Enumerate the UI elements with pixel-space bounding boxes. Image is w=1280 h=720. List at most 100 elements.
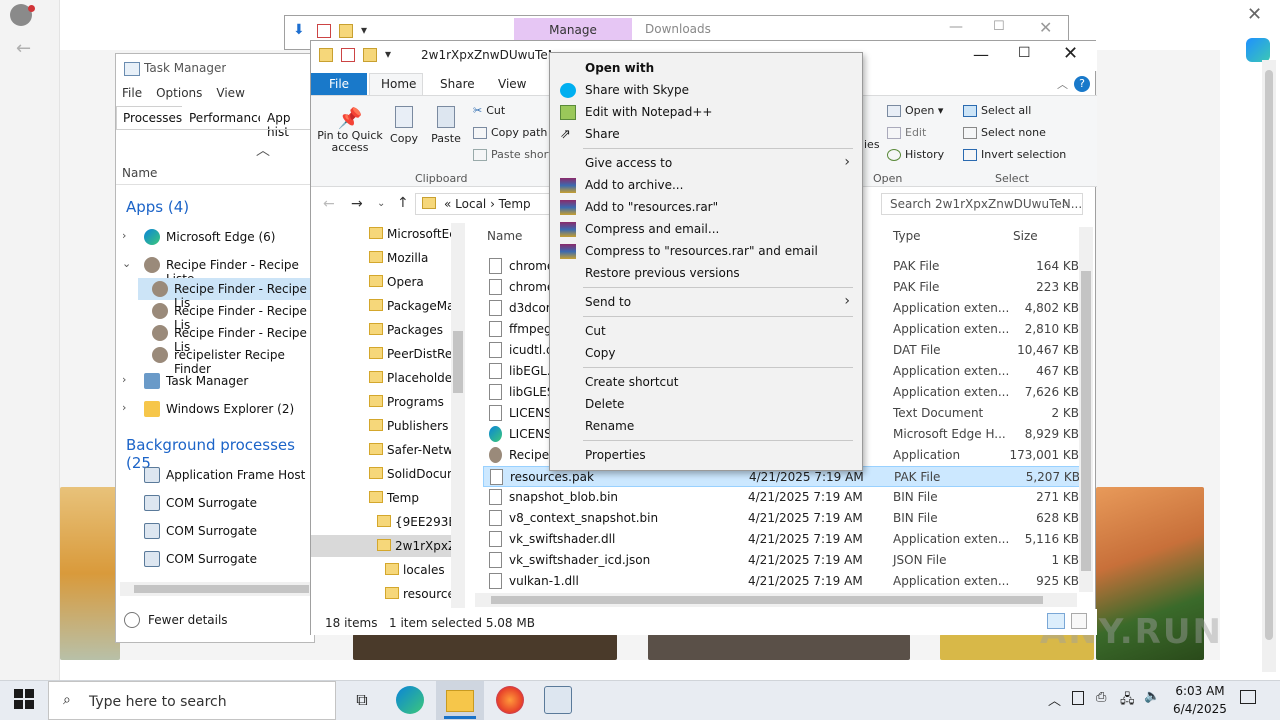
open-button[interactable]: Open ▾	[887, 104, 943, 117]
file-list-scrollbar-thumb[interactable]	[1081, 271, 1091, 571]
address-path[interactable]: « Local › Temp	[444, 197, 531, 211]
show-hidden-icons-chevron-icon[interactable]: ︿	[1048, 690, 1061, 709]
nav-pane-scrollbar[interactable]	[451, 223, 465, 608]
dropdown-icon[interactable]: ▾	[361, 23, 367, 37]
start-windows-icon[interactable]	[14, 689, 34, 709]
details-view-icon[interactable]	[1047, 613, 1065, 629]
column-size[interactable]: Size	[1013, 229, 1038, 243]
horizontal-scrollbar-thumb[interactable]	[134, 585, 309, 593]
invert-selection-button[interactable]: Invert selection	[963, 148, 1066, 161]
menu-item-compress-email[interactable]: Compress and email...	[552, 218, 860, 240]
pin-quick-access-button[interactable]: 📌 Pin to Quick access	[317, 106, 383, 154]
menu-item-delete[interactable]: Delete	[552, 393, 860, 415]
tab-share[interactable]: Share	[440, 77, 475, 91]
ribbon-collapse-icon[interactable]: ︿	[1057, 76, 1068, 92]
paste-button[interactable]: Paste	[429, 106, 463, 145]
dropdown-icon[interactable]: ▾	[385, 47, 391, 61]
taskbar-search-placeholder[interactable]: Type here to search	[89, 694, 227, 710]
back-arrow-icon[interactable]: ←	[16, 38, 31, 59]
menu-item-share-with-skype[interactable]: Share with Skype	[552, 79, 860, 101]
properties-icon[interactable]	[317, 23, 331, 38]
file-row[interactable]: vk_swiftshader.dll 4/21/2025 7:19 AM Appli…	[483, 529, 1081, 550]
close-icon[interactable]: ✕	[1247, 4, 1262, 25]
cut-button[interactable]: ✂ Cut	[473, 104, 505, 117]
back-arrow-icon[interactable]: ←	[323, 196, 335, 212]
menu-item-give-access[interactable]: Give access to ›	[552, 152, 860, 174]
menu-item-share[interactable]: ⇗ Share	[552, 123, 860, 145]
menu-item-send-to[interactable]: Send to ›	[552, 291, 860, 313]
file-row[interactable]: vulkan-1.dll 4/21/2025 7:19 AM Application…	[483, 571, 1081, 592]
column-name[interactable]: Name	[487, 229, 522, 243]
menu-item-compress-rar-email[interactable]: Compress to "resources.rar" and email	[552, 240, 860, 262]
forward-arrow-icon[interactable]: →	[351, 196, 363, 212]
clock-time[interactable]: 6:03 AM	[1170, 684, 1230, 698]
nav-pane-scrollbar-thumb[interactable]	[453, 331, 463, 393]
menu-view[interactable]: View	[216, 86, 244, 100]
menu-item-cut[interactable]: Cut	[552, 320, 860, 342]
search-box[interactable]: Search 2w1rXpxZnwDUwuTeN... ⌕	[881, 193, 1083, 215]
notifications-icon[interactable]	[1240, 690, 1256, 704]
network-icon[interactable]: 🖧	[1120, 690, 1135, 712]
food-image-bowl[interactable]	[353, 634, 617, 660]
maximize-icon[interactable]: ☐	[1018, 45, 1031, 61]
history-button[interactable]: History	[887, 148, 944, 161]
address-bar[interactable]: « Local › Temp	[415, 193, 555, 215]
battery-icon[interactable]	[1072, 691, 1084, 705]
process-row[interactable]: › Microsoft Edge (6)	[116, 226, 316, 248]
menu-item-rename[interactable]: Rename	[552, 415, 860, 437]
chevron-up-circle-icon[interactable]	[124, 612, 140, 628]
edge-taskbar-icon[interactable]	[396, 686, 424, 714]
tab-performance[interactable]: Performance	[182, 106, 273, 130]
taskbar-search-box[interactable]: ⌕ Type here to search	[48, 681, 336, 720]
close-icon[interactable]: ✕	[1063, 43, 1078, 64]
page-scrollbar-thumb[interactable]	[1265, 70, 1273, 640]
food-image-dish[interactable]	[648, 634, 910, 660]
column-name[interactable]: Name	[122, 166, 157, 180]
food-image-pancakes[interactable]	[60, 487, 120, 660]
device-icon[interactable]: ⎙	[1096, 690, 1106, 705]
nav-folder-selected[interactable]: 2w1rXpxZr	[311, 535, 451, 557]
tab-view[interactable]: View	[498, 77, 526, 91]
select-all-button[interactable]: Select all	[963, 104, 1031, 117]
search-icon[interactable]: ⌕	[1062, 196, 1069, 211]
process-row[interactable]: Application Frame Host	[116, 464, 316, 486]
menu-item-add-to-archive[interactable]: Add to archive...	[552, 174, 860, 196]
menu-options[interactable]: Options	[156, 86, 202, 100]
fewer-details-button[interactable]: Fewer details	[148, 613, 228, 627]
copy-button[interactable]: Copy	[387, 106, 421, 145]
paste-shortcut-button[interactable]: Paste shortc	[473, 148, 559, 161]
process-row[interactable]: COM Surrogate	[116, 492, 316, 514]
menu-item-open-with[interactable]: Open with	[552, 57, 860, 79]
process-row[interactable]: recipelister Recipe Finder	[116, 344, 316, 376]
recent-locations-icon[interactable]: ⌄	[377, 198, 385, 209]
file-row[interactable]: vk_swiftshader_icd.json 4/21/2025 7:19 AM…	[483, 550, 1081, 571]
copy-path-button[interactable]: Copy path	[473, 126, 547, 139]
new-folder-icon[interactable]	[363, 47, 377, 62]
menu-item-properties[interactable]: Properties	[552, 444, 860, 466]
minimize-icon[interactable]: —	[949, 19, 963, 35]
file-explorer-taskbar-icon[interactable]	[446, 690, 474, 712]
large-icons-view-icon[interactable]	[1071, 613, 1087, 629]
menu-item-add-to-rar[interactable]: Add to "resources.rar"	[552, 196, 860, 218]
properties-label-partial[interactable]: ies	[864, 138, 880, 151]
up-arrow-icon[interactable]: ↑	[397, 195, 409, 211]
properties-icon[interactable]	[341, 47, 355, 62]
menu-item-edit-notepad[interactable]: Edit with Notepad++	[552, 101, 860, 123]
process-row[interactable]: ⌄ Recipe Finder - Recipe Liste	[116, 254, 316, 286]
file-row[interactable]: v8_context_snapshot.bin 4/21/2025 7:19 AM…	[483, 508, 1081, 529]
close-icon[interactable]: ✕	[1039, 18, 1052, 37]
expand-chevron-icon[interactable]: ›	[122, 229, 126, 242]
menu-item-copy[interactable]: Copy	[552, 342, 860, 364]
file-row[interactable]: snapshot_blob.bin 4/21/2025 7:19 AM BIN Fi…	[483, 487, 1081, 508]
tab-file[interactable]: File	[311, 73, 367, 95]
manage-tab[interactable]: Manage	[514, 18, 632, 42]
column-type[interactable]: Type	[893, 229, 921, 243]
tab-home[interactable]: Home	[381, 77, 416, 91]
task-manager-taskbar-icon[interactable]	[544, 686, 572, 714]
process-row[interactable]: COM Surrogate	[116, 548, 316, 570]
volume-icon[interactable]: 🔈	[1144, 689, 1160, 704]
clock-date[interactable]: 6/4/2025	[1168, 702, 1232, 716]
expand-chevron-icon[interactable]: ›	[122, 373, 126, 386]
process-row[interactable]: › Task Manager	[116, 370, 316, 392]
menu-file[interactable]: File	[122, 86, 142, 100]
